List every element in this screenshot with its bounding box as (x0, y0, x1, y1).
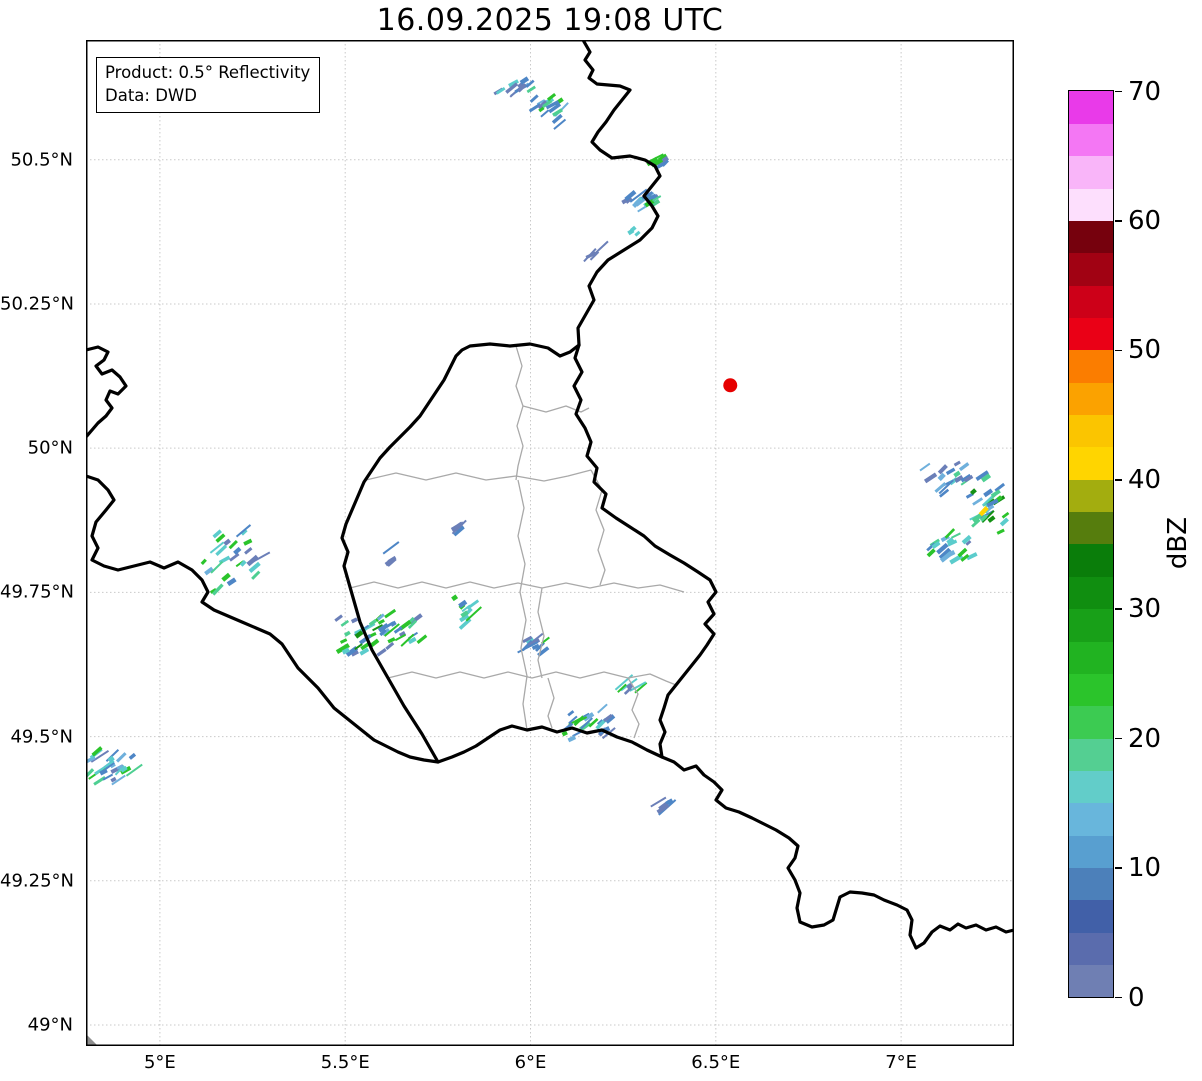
map-canvas (86, 40, 1014, 1046)
colorbar-band (1069, 285, 1113, 318)
map-plot: Product: 0.5° Reflectivity Data: DWD (86, 40, 1014, 1046)
region-border-line (537, 587, 545, 679)
country-border-luxembourg (340, 342, 718, 764)
colorbar-tick-mark (1114, 90, 1122, 93)
country-border-germany-belgium (576, 40, 662, 347)
colorbar-tick-label: 50 (1128, 335, 1162, 366)
colorbar-tick-label: 20 (1128, 723, 1162, 754)
colorbar-band (1069, 349, 1113, 383)
x-tick-label: 6°E (514, 1052, 547, 1073)
colorbar-band (1069, 252, 1113, 286)
product-info-line2: Data: DWD (105, 86, 197, 105)
colorbar-tick-mark (1114, 867, 1122, 869)
colorbar-band (1069, 123, 1113, 157)
colorbar-band (1069, 835, 1113, 869)
x-tick-label: 5.5°E (320, 1052, 370, 1073)
y-tick-label: 50.5°N (10, 149, 73, 171)
colorbar-tick-mark (1114, 478, 1122, 481)
radar-echoes (86, 76, 1010, 816)
corner-border-fragment (86, 1034, 98, 1046)
colorbar-band (1069, 608, 1113, 642)
country-borders (86, 40, 1014, 950)
colorbar-band (1069, 770, 1113, 804)
colorbar-band (1069, 220, 1113, 254)
colorbar-band (1069, 641, 1113, 674)
region-border-line (365, 469, 592, 482)
colorbar-tick-label: 40 (1128, 464, 1162, 495)
y-tick-label: 49.25°N (0, 870, 74, 892)
product-info-line1: Product: 0.5° Reflectivity (105, 63, 311, 82)
y-tick-label: 49.75°N (0, 581, 74, 603)
colorbar-tick-label: 10 (1128, 853, 1162, 884)
x-tick-label: 5°E (143, 1052, 176, 1073)
product-info-box: Product: 0.5° Reflectivity Data: DWD (96, 57, 321, 113)
colorbar-band (1069, 317, 1113, 351)
colorbar-band (1069, 544, 1113, 577)
colorbar-band (1069, 899, 1113, 933)
colorbar-tick-label: 70 (1128, 76, 1162, 107)
y-tick-label: 49.5°N (10, 726, 73, 748)
region-border-line (349, 581, 685, 593)
colorbar-band (1069, 414, 1113, 448)
colorbar-tick-label: 60 (1128, 205, 1162, 236)
country-border-givet-salient (86, 345, 128, 439)
colorbar-band (1069, 673, 1113, 707)
y-tick-label: 50°N (27, 437, 73, 459)
figure-title: 16.09.2025 19:08 UTC (376, 3, 724, 38)
colorbar-band (1069, 964, 1113, 998)
colorbar-band (1069, 188, 1113, 221)
colorbar-band (1069, 576, 1113, 610)
radar-figure: 16.09.2025 19:08 UTC Product: 0.5° Refle… (0, 0, 1202, 1081)
colorbar-band (1069, 932, 1113, 966)
colorbar-band (1069, 705, 1113, 739)
country-border-france-germany (660, 755, 1014, 950)
colorbar-tick-mark (1114, 349, 1122, 352)
colorbar-band (1069, 479, 1113, 513)
colorbar-tick-mark (1114, 608, 1122, 610)
colorbar-band (1069, 91, 1113, 124)
colorbar-band (1069, 511, 1113, 545)
colorbar-axis-label: dBZ (1163, 516, 1193, 570)
region-borders (349, 345, 685, 739)
y-tick-label: 49°N (27, 1014, 73, 1036)
colorbar-tick-label: 30 (1128, 594, 1162, 625)
colorbar-band (1069, 867, 1113, 901)
colorbar-tick-mark (1114, 996, 1122, 999)
x-tick-label: 6.5°E (691, 1052, 741, 1073)
colorbar-band (1069, 155, 1113, 189)
radar-site-marker (723, 378, 738, 393)
colorbar-tick-label: 0 (1128, 982, 1145, 1013)
colorbar-band (1069, 446, 1113, 480)
colorbar-bands (1068, 90, 1114, 998)
colorbar-tick-mark (1114, 220, 1122, 222)
country-border-france-belgium (86, 474, 440, 764)
colorbar-band (1069, 738, 1113, 771)
colorbar: 0 10 20 30 40 50 60 70 (1068, 77, 1161, 1013)
colorbar-band (1069, 382, 1113, 416)
y-tick-label: 50.25°N (0, 293, 74, 315)
colorbar-band (1069, 802, 1113, 836)
region-border-line (547, 677, 555, 729)
x-tick-label: 7°E (885, 1052, 918, 1073)
region-border-line (517, 479, 528, 731)
colorbar-tick-mark (1114, 737, 1122, 740)
region-border-line (515, 345, 524, 481)
